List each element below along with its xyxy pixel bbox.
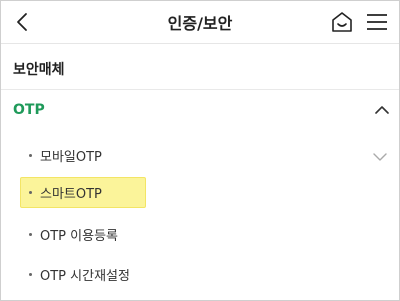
bullet-icon	[29, 191, 32, 194]
top-app-bar: 인증/보안	[1, 1, 399, 44]
home-button[interactable]	[328, 8, 356, 36]
menu-item-label: OTP 시간재설정	[29, 265, 130, 284]
menu-item-text: OTP 이용등록	[40, 229, 118, 244]
menu-item-label: 스마트OTP	[29, 183, 102, 202]
menu-item-text: 모바일OTP	[40, 150, 102, 165]
menu-item-mobile-otp[interactable]: 모바일OTP	[1, 140, 399, 170]
hamburger-menu-icon	[367, 14, 387, 30]
chevron-up-icon	[375, 106, 389, 114]
otp-group-header[interactable]: OTP	[1, 93, 399, 129]
bullet-icon	[29, 233, 32, 236]
menu-item-otp-registration[interactable]: OTP 이용등록	[1, 219, 399, 249]
bullet-icon	[29, 273, 32, 276]
menu-item-label: 모바일OTP	[29, 146, 102, 165]
menu-item-text: 스마트OTP	[40, 187, 102, 202]
home-icon	[332, 12, 352, 32]
otp-group-label: OTP	[13, 102, 45, 118]
screen-frame: 인증/보안 보안매체 OTP 모바일OTP 스마트OTP OTP 이용등록 OT…	[0, 0, 400, 301]
menu-item-smart-otp[interactable]: 스마트OTP	[1, 177, 399, 207]
menu-item-label: OTP 이용등록	[29, 225, 118, 244]
section-title: 보안매체	[13, 62, 65, 78]
bullet-icon	[29, 154, 32, 157]
menu-item-otp-time-reset[interactable]: OTP 시간재설정	[1, 259, 399, 289]
menu-button[interactable]	[363, 8, 391, 36]
menu-item-text: OTP 시간재설정	[40, 269, 130, 284]
chevron-down-icon	[373, 153, 387, 161]
section-divider	[1, 89, 399, 90]
